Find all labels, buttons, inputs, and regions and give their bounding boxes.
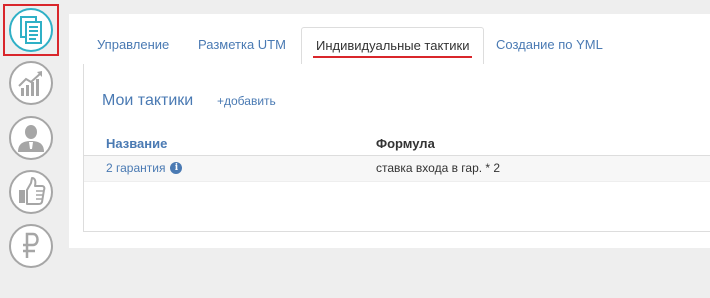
tactic-name: 2 гарантия: [106, 161, 166, 175]
tactics-panel: Мои тактики +добавить Название Формула 2…: [83, 64, 710, 232]
documents-icon: [9, 8, 53, 52]
table-row: 2 гарантия i ставка входа в гар. * 2: [84, 156, 710, 182]
tab-yml-creation[interactable]: Создание по YML: [482, 27, 617, 65]
sidebar-item-analytics[interactable]: [3, 57, 59, 109]
sidebar-item-payments[interactable]: [3, 220, 59, 272]
column-header-formula: Формула: [376, 136, 435, 151]
tab-label: Индивидуальные тактики: [316, 38, 470, 53]
tab-utm-markup[interactable]: Разметка UTM: [184, 27, 300, 65]
tab-label: Разметка UTM: [198, 37, 286, 52]
tactic-name-link[interactable]: 2 гарантия i: [106, 161, 183, 175]
user-icon: [9, 116, 53, 160]
sidebar-item-documents[interactable]: [3, 4, 59, 56]
section-title: Мои тактики: [102, 92, 194, 109]
sidebar-item-profile[interactable]: [3, 112, 59, 164]
sidebar-item-likes[interactable]: [3, 166, 59, 218]
growth-chart-icon: [9, 61, 53, 105]
main-content: Управление Разметка UTM Индивидуальные т…: [69, 14, 710, 248]
tab-individual-tactics[interactable]: Индивидуальные тактики: [301, 27, 485, 65]
tab-management[interactable]: Управление: [83, 27, 183, 65]
thumbs-up-icon: [9, 170, 53, 214]
info-icon[interactable]: i: [170, 162, 183, 174]
tab-label: Создание по YML: [496, 37, 603, 52]
add-tactic-link[interactable]: +добавить: [217, 94, 276, 108]
tab-bar: Управление Разметка UTM Индивидуальные т…: [83, 27, 710, 65]
active-tab-underline: [313, 56, 473, 58]
tab-label: Управление: [97, 37, 170, 52]
ruble-icon: [9, 224, 53, 268]
icon-sidebar: [0, 0, 62, 298]
tactic-formula: ставка входа в гар. * 2: [376, 161, 501, 175]
table-header: Название Формула: [84, 132, 710, 156]
column-header-name[interactable]: Название: [106, 136, 167, 151]
